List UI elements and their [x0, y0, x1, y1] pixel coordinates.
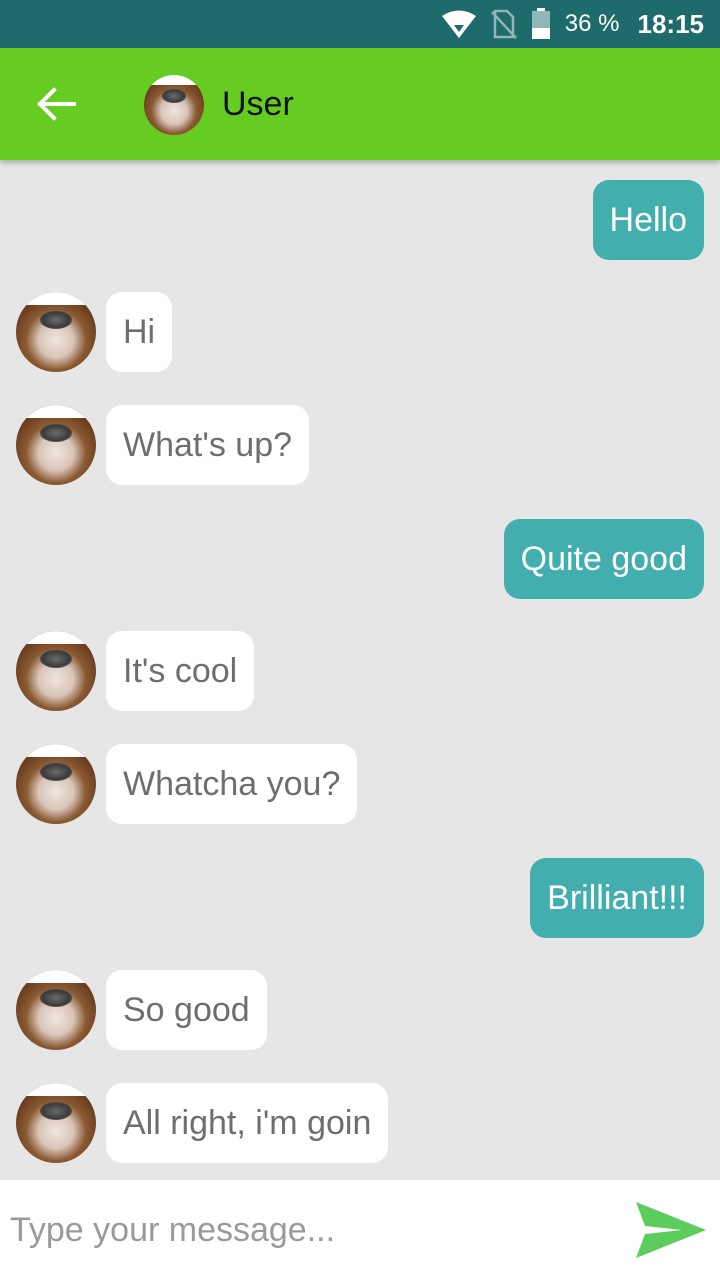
clock: 18:15 [637, 8, 705, 39]
contact-name: User [222, 85, 294, 123]
avatar[interactable] [16, 292, 96, 372]
message-bubble[interactable]: So good [106, 970, 267, 1050]
avatar[interactable] [16, 744, 96, 824]
battery-icon [531, 8, 551, 40]
message-bubble[interactable]: Hello [592, 180, 704, 260]
avatar[interactable] [16, 405, 96, 485]
message-composer [0, 1180, 720, 1280]
message-bubble[interactable]: Brilliant!!! [530, 858, 704, 938]
avatar[interactable] [16, 631, 96, 711]
send-icon [636, 1202, 706, 1258]
message-bubble[interactable]: All right, i'm goin [106, 1083, 389, 1163]
avatar[interactable] [16, 970, 96, 1050]
message-bubble[interactable]: Hi [106, 292, 173, 372]
message-bubble[interactable]: Whatcha you? [106, 744, 358, 824]
status-bar: 36 % 18:15 [0, 0, 720, 48]
message-bubble[interactable]: It's cool [106, 631, 255, 711]
avatar[interactable] [144, 75, 204, 135]
wifi-icon [441, 9, 477, 39]
send-button[interactable] [634, 1200, 708, 1260]
message-bubble[interactable]: Quite good [503, 519, 704, 599]
avatar[interactable] [16, 1083, 96, 1163]
app-bar: User [0, 48, 720, 160]
status-icons: 36 % 18:15 [441, 0, 704, 48]
back-button[interactable] [34, 86, 78, 122]
no-sim-icon [490, 9, 517, 39]
arrow-left-icon [37, 87, 76, 121]
battery-percent: 36 % [564, 10, 620, 37]
message-input[interactable] [10, 1204, 610, 1256]
message-bubble[interactable]: What's up? [106, 405, 310, 485]
